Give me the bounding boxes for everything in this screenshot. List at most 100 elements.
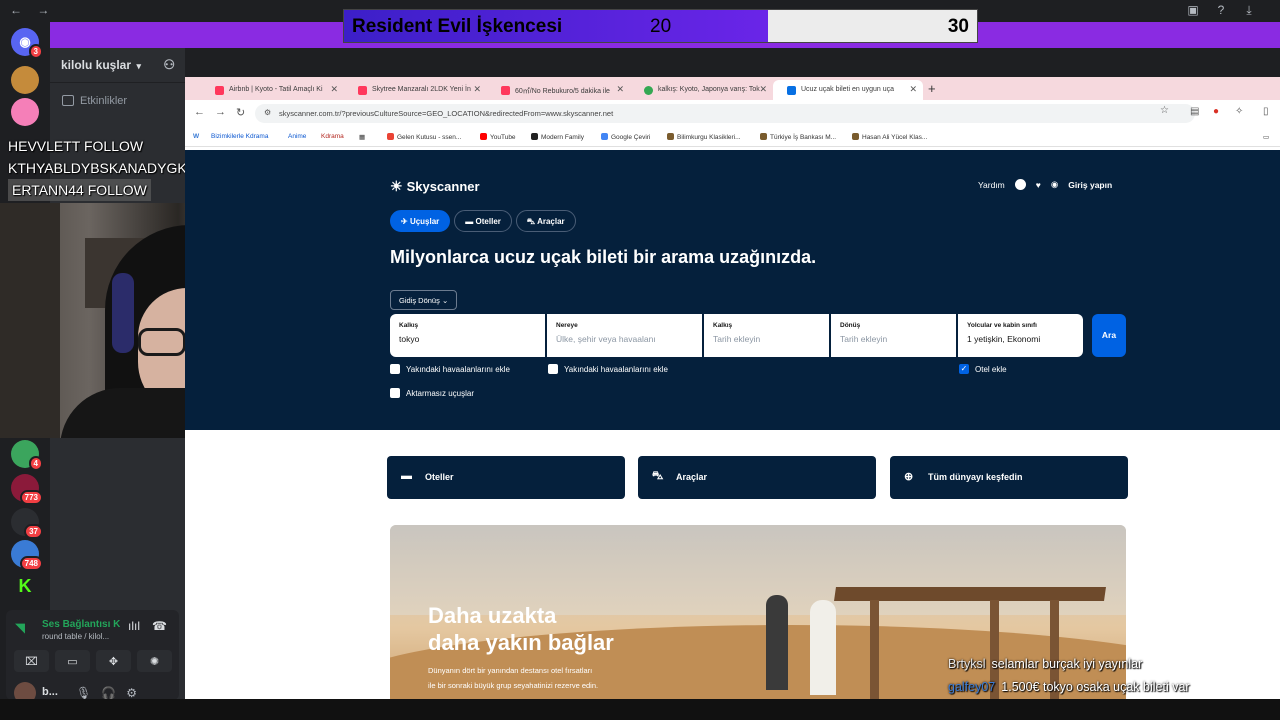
server-icon[interactable] bbox=[11, 66, 39, 94]
bookmark[interactable]: Google Çeviri bbox=[601, 133, 650, 141]
bookmark-star-icon[interactable]: ☆ bbox=[1160, 105, 1169, 116]
server-header[interactable]: kilolu kuşlar ▾ ⚇ bbox=[50, 48, 185, 83]
bookmark[interactable]: Modern Family bbox=[531, 133, 584, 141]
bottom-bar bbox=[0, 699, 1280, 720]
close-icon[interactable]: ✕ bbox=[759, 84, 767, 95]
soundboard-icon[interactable]: ✺ bbox=[137, 650, 172, 672]
tab-flights[interactable]: ✈ Uçuşlar bbox=[390, 210, 451, 232]
tab-hotels[interactable]: ▬ Oteller bbox=[454, 210, 512, 232]
youtube-icon bbox=[480, 133, 487, 140]
nearby-from-checkbox[interactable]: Yakındaki havaalanlarını ekle bbox=[390, 364, 510, 374]
help-link[interactable]: Yardım bbox=[978, 180, 1005, 190]
server-icon[interactable] bbox=[11, 98, 39, 126]
depart-date-field[interactable]: Kalkış Tarih ekleyin bbox=[704, 314, 829, 357]
checkbox-box[interactable] bbox=[548, 364, 558, 374]
folder-icon[interactable]: ▭ bbox=[1263, 133, 1269, 141]
extension-icon[interactable]: ● bbox=[1213, 106, 1219, 117]
close-icon[interactable]: ✕ bbox=[330, 84, 338, 95]
back-forward-icon[interactable]: ← → bbox=[10, 3, 55, 17]
passengers-field[interactable]: Yolcular ve kabin sınıfı 1 yetişkin, Ekon… bbox=[958, 314, 1083, 357]
microphone-icon[interactable]: 🎙 bbox=[76, 686, 91, 700]
forward-icon[interactable]: → bbox=[215, 106, 226, 118]
activities-icon[interactable]: ✥ bbox=[96, 650, 131, 672]
close-icon[interactable]: ✕ bbox=[616, 84, 624, 95]
from-field[interactable]: Kalkış tokyo bbox=[390, 314, 545, 357]
globe-icon[interactable] bbox=[1014, 179, 1026, 190]
translate-icon[interactable]: ▤ bbox=[1190, 106, 1199, 117]
invite-icon[interactable]: ⚇ bbox=[163, 57, 175, 73]
hotels-card[interactable]: ▬ Oteller bbox=[387, 456, 625, 499]
noise-suppression-icon[interactable]: ılıl bbox=[128, 619, 140, 633]
chat-user: galfey07 bbox=[948, 680, 996, 694]
browser-tab[interactable]: 60㎡/No Rebukuro/5 dakika ile ✕ bbox=[487, 80, 630, 100]
camera-off-icon[interactable]: ⌧ bbox=[14, 650, 49, 672]
voice-status[interactable]: Ses Bağlantısı K bbox=[42, 619, 120, 630]
match-title: Resident Evil İşkencesi bbox=[352, 16, 563, 37]
url-input[interactable]: ⚙ skyscanner.com.tr/?previousCultureSourc… bbox=[255, 104, 1195, 123]
tab-cars[interactable]: ⛍ Araçlar bbox=[515, 210, 576, 232]
bookmark[interactable]: Anime bbox=[288, 133, 306, 140]
screen-share-icon[interactable]: ▭ bbox=[55, 650, 90, 672]
server-icon[interactable]: 748 bbox=[11, 540, 43, 571]
nearby-to-checkbox[interactable]: Yakındaki havaalanlarını ekle bbox=[548, 364, 668, 374]
bookmark[interactable]: Bizimkilerle Kdrama bbox=[211, 133, 268, 140]
close-icon[interactable]: ✕ bbox=[473, 84, 481, 95]
address-bar-row: ← → ↻ ⚙ skyscanner.com.tr/?previousCultur… bbox=[185, 100, 1280, 127]
screen-share-icon[interactable]: ▣ bbox=[1186, 3, 1200, 17]
check-icon[interactable]: ✓ bbox=[959, 364, 969, 374]
help-icon[interactable]: ? bbox=[1214, 3, 1228, 17]
bookmark[interactable]: Hasan Ali Yücel Klas... bbox=[852, 133, 927, 141]
kick-icon[interactable]: K bbox=[11, 572, 39, 600]
user-icon[interactable]: ◉ bbox=[1051, 179, 1058, 190]
checkbox-box[interactable] bbox=[390, 388, 400, 398]
direct-flights-checkbox[interactable]: Aktarmasız uçuşlar bbox=[390, 388, 474, 398]
login-link[interactable]: Giriş yapın bbox=[1068, 180, 1112, 190]
server-icon[interactable]: 773 bbox=[11, 474, 43, 505]
score-b: 30 bbox=[947, 16, 969, 37]
plane-icon: ✈ bbox=[401, 217, 410, 226]
new-tab-icon[interactable]: + bbox=[928, 81, 936, 96]
bookmarks-bar: W Bizimkilerle Kdrama Anime Kdrama ▦ Gel… bbox=[185, 127, 1280, 147]
field-value: 1 yetişkin, Ekonomi bbox=[967, 334, 1041, 344]
events-item[interactable]: Etkinlikler bbox=[62, 95, 127, 107]
explore-card[interactable]: ⊕ Tüm dünyayı keşfedin bbox=[890, 456, 1128, 499]
download-icon[interactable]: ⤓ bbox=[1242, 3, 1256, 17]
back-icon[interactable]: ← bbox=[194, 106, 205, 118]
server-icon[interactable]: 37 bbox=[11, 508, 43, 539]
browser-tab[interactable]: kalkış: Kyoto, Japonya varış: Tok ✕ bbox=[630, 80, 773, 100]
checkbox-box[interactable] bbox=[390, 364, 400, 374]
bookmark[interactable]: Türkiye İş Bankası M... bbox=[760, 133, 836, 141]
extensions-icon[interactable]: ✧ bbox=[1235, 106, 1243, 117]
return-date-field[interactable]: Dönüş Tarih ekleyin bbox=[831, 314, 956, 357]
tab-title: Skytree Manzaralı 2LDK Yeni İn bbox=[372, 86, 471, 93]
to-field[interactable]: Nereye Ülke, şehir veya havaalanı bbox=[547, 314, 702, 357]
skyscanner-logo[interactable]: ☀ Skyscanner bbox=[390, 178, 480, 195]
airbnb-icon bbox=[215, 86, 224, 95]
reload-icon[interactable]: ↻ bbox=[236, 106, 245, 119]
voice-channel[interactable]: round table / kilol... bbox=[42, 632, 120, 641]
banner-title: daha yakın bağlar bbox=[428, 630, 614, 655]
browser-tab[interactable]: Airbnb | Kyoto - Tatil Amaçlı Ki ✕ bbox=[201, 80, 344, 100]
browser-tab-active[interactable]: Ucuz uçak bileti en uygun uça ✕ bbox=[773, 80, 923, 100]
discord-home-icon[interactable]: ◉ 3 bbox=[11, 28, 43, 59]
add-hotel-checkbox[interactable]: ✓ Otel ekle bbox=[959, 364, 1007, 374]
bookmark[interactable]: Gelen Kutusu - ssen... bbox=[387, 133, 461, 141]
settings-icon[interactable]: ⚙ bbox=[126, 686, 137, 700]
disconnect-icon[interactable]: ☎ bbox=[152, 619, 167, 633]
site-info-icon[interactable]: ⚙ bbox=[264, 108, 271, 117]
server-icon[interactable]: 4 bbox=[11, 440, 43, 471]
bookmark[interactable]: Bilimkurgu Klasikleri... bbox=[667, 133, 741, 141]
heart-icon[interactable]: ♥ bbox=[1036, 180, 1041, 190]
bookmark[interactable]: Kdrama bbox=[321, 133, 344, 140]
bookmark[interactable]: YouTube bbox=[480, 133, 516, 141]
close-icon[interactable]: ✕ bbox=[909, 84, 917, 95]
trip-type-select[interactable]: Gidiş Dönüş ⌄ bbox=[390, 290, 458, 310]
headphones-icon[interactable]: 🎧 bbox=[101, 686, 116, 700]
cars-card[interactable]: ⛍ Araçlar bbox=[638, 456, 876, 499]
sidebar-icon[interactable]: ▯ bbox=[1263, 106, 1269, 117]
search-button[interactable]: Ara bbox=[1092, 314, 1126, 357]
browser-tab[interactable]: Skytree Manzaralı 2LDK Yeni İn ✕ bbox=[344, 80, 487, 100]
bed-icon: ▬ bbox=[401, 470, 412, 482]
apps-icon[interactable]: ▦ bbox=[359, 133, 365, 141]
bookmark-icon[interactable]: W bbox=[193, 133, 199, 140]
